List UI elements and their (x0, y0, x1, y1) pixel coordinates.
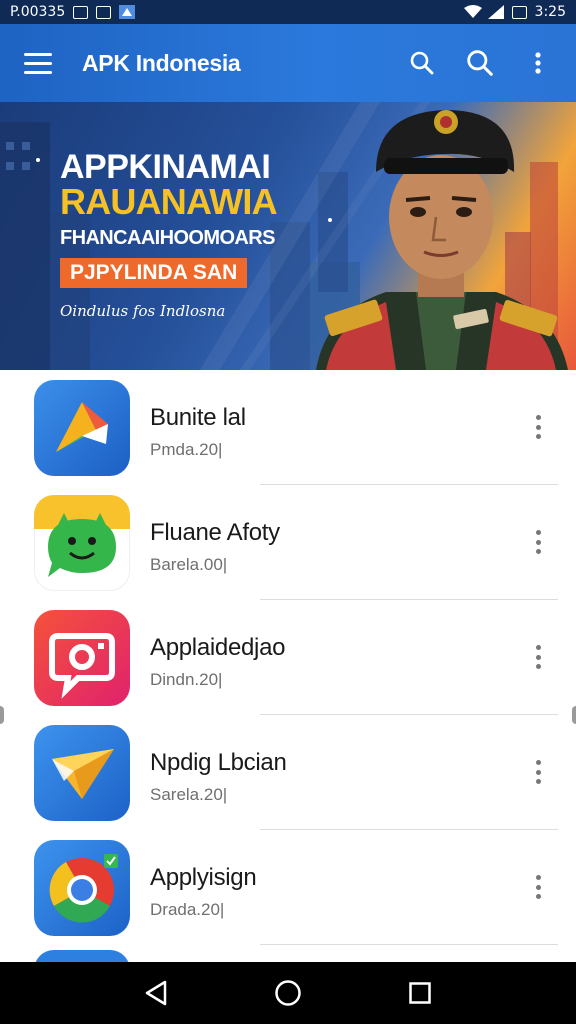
wifi-icon (463, 5, 482, 19)
search-button[interactable] (404, 45, 440, 81)
more-vert-icon (535, 52, 541, 74)
list-item[interactable]: Applyisign Drada.20| (0, 830, 576, 945)
banner-text-block: APPKINAMAI RAUANAWIA FHANCAAIHOOMOARS PJ… (60, 150, 320, 320)
list-item[interactable]: Bunite lal Pmda.20| (0, 370, 576, 485)
back-button[interactable] (136, 973, 176, 1013)
app-name: Bunite lal (150, 404, 246, 431)
app-title: APK Indonesia (82, 49, 241, 76)
paper-plane-icon (34, 380, 130, 476)
item-more-button[interactable] (528, 872, 548, 902)
status-bar: P.00335 3:25 (0, 0, 576, 24)
banner-badge: PJPYLINDA SAN (60, 257, 248, 288)
system-nav-bar (0, 962, 576, 1024)
officer-portrait-image (316, 110, 568, 370)
app-list: Bunite lal Pmda.20| Fluane Afoty Barela.… (0, 370, 576, 962)
item-more-button[interactable] (528, 757, 548, 787)
camera-chat-icon (34, 610, 130, 706)
app-notification-icon (119, 5, 136, 19)
partial-app-icon (34, 950, 130, 962)
search-icon (410, 51, 434, 75)
item-more-button[interactable] (528, 642, 548, 672)
status-clock: 3:25 (534, 4, 566, 20)
back-triangle-icon (145, 980, 167, 1006)
list-item[interactable]: Npdig Lbcian Sarela.20| (0, 715, 576, 830)
app-name: Applaidedjao (150, 634, 286, 661)
banner-subheadline: FHANCAAIHOOMOARS (60, 226, 275, 249)
chat-face-icon (34, 495, 130, 591)
app-subtitle: Barela.00| (150, 555, 228, 574)
search-button-secondary[interactable] (462, 45, 498, 81)
list-item[interactable]: Fluane Afoty Barela.00| (0, 485, 576, 600)
app-name: Applyisign (150, 864, 257, 891)
divider (260, 944, 558, 945)
app-bar: APK Indonesia (0, 24, 576, 102)
hamburger-menu-button[interactable] (24, 47, 56, 79)
promo-banner[interactable]: APPKINAMAI RAUANAWIA FHANCAAIHOOMOARS PJ… (0, 102, 576, 370)
app-name: Fluane Afoty (150, 519, 280, 546)
status-time-text: P.00335 (10, 4, 66, 20)
list-item[interactable]: Applaidedjao Dindn.20| (0, 600, 576, 715)
home-button[interactable] (268, 973, 308, 1013)
banner-tagline: Oindulus fos Indlosna (60, 301, 226, 320)
send-icon (34, 725, 130, 821)
app-name: Npdig Lbcian (150, 749, 287, 776)
recents-button[interactable] (400, 973, 440, 1013)
home-circle-icon (275, 980, 301, 1006)
item-more-button[interactable] (528, 527, 548, 557)
recents-square-icon (409, 982, 431, 1004)
chrome-icon (34, 840, 130, 936)
scroll-edge-handle-right (572, 706, 576, 724)
app-subtitle: Dindn.20| (150, 670, 223, 689)
item-more-button[interactable] (528, 412, 548, 442)
signal-icon (487, 5, 504, 19)
search-icon (467, 50, 493, 76)
banner-headline-highlight: RAUANAWIA (60, 181, 278, 222)
scroll-edge-handle-left (0, 706, 4, 724)
image-icon (96, 5, 112, 19)
app-subtitle: Drada.20| (150, 900, 225, 919)
banner-headline: APPKINAMAI (60, 148, 271, 186)
app-subtitle: Sarela.20| (150, 785, 228, 804)
overflow-menu-button[interactable] (520, 45, 556, 81)
app-subtitle: Pmda.20| (150, 440, 223, 459)
battery-icon (511, 5, 527, 19)
notification-icon (73, 5, 89, 19)
hamburger-icon (24, 52, 52, 56)
